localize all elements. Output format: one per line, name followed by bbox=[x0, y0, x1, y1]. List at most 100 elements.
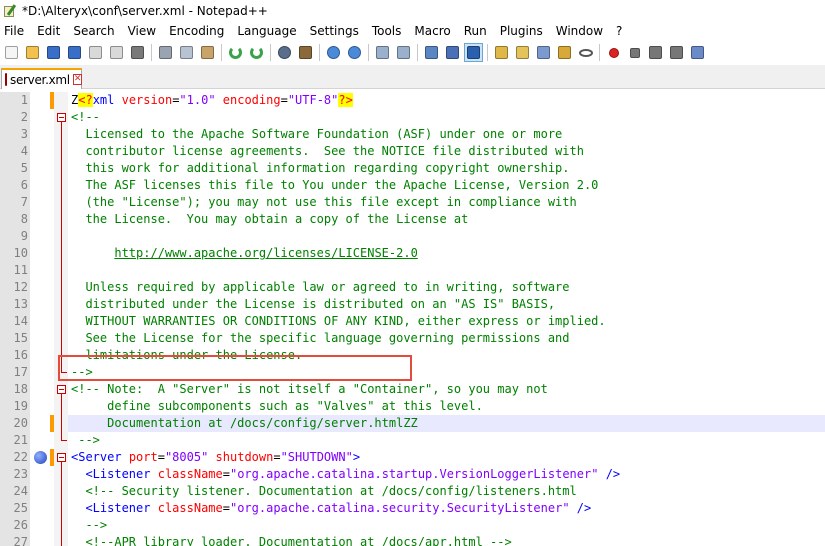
code-line[interactable]: 26 --> bbox=[0, 517, 825, 534]
code-text[interactable]: limitations under the License. bbox=[71, 347, 302, 364]
code-line[interactable]: 6 The ASF licenses this file to You unde… bbox=[0, 177, 825, 194]
bookmark-margin[interactable] bbox=[30, 313, 50, 330]
copy-icon[interactable] bbox=[177, 43, 196, 62]
fold-margin[interactable] bbox=[54, 160, 68, 177]
bookmark-margin[interactable] bbox=[30, 279, 50, 296]
print-icon[interactable] bbox=[128, 43, 147, 62]
record-macro-icon[interactable] bbox=[604, 43, 623, 62]
bookmark-margin[interactable] bbox=[30, 126, 50, 143]
fold-margin[interactable] bbox=[54, 177, 68, 194]
code-line[interactable]: 9 bbox=[0, 228, 825, 245]
bookmark-margin[interactable] bbox=[30, 483, 50, 500]
save-macro-icon[interactable] bbox=[688, 43, 707, 62]
menu-run[interactable]: Run bbox=[458, 24, 494, 38]
fold-margin[interactable] bbox=[54, 398, 68, 415]
sync-horizontal-icon[interactable] bbox=[394, 43, 413, 62]
fold-margin[interactable] bbox=[54, 245, 68, 262]
indent-guide-icon[interactable] bbox=[464, 43, 483, 62]
code-line[interactable]: 15 See the License for the specific lang… bbox=[0, 330, 825, 347]
code-line[interactable]: 19 define subcomponents such as "Valves"… bbox=[0, 398, 825, 415]
play-macro-icon[interactable] bbox=[646, 43, 665, 62]
code-text[interactable]: contributor license agreements. See the … bbox=[71, 143, 584, 160]
folder-workspace-icon[interactable] bbox=[555, 43, 574, 62]
code-text[interactable]: --> bbox=[71, 432, 100, 449]
bookmark-margin[interactable] bbox=[30, 262, 50, 279]
fold-margin[interactable] bbox=[54, 126, 68, 143]
fold-margin[interactable] bbox=[54, 330, 68, 347]
code-line[interactable]: 23 <Listener className="org.apache.catal… bbox=[0, 466, 825, 483]
code-text[interactable]: Licensed to the Apache Software Foundati… bbox=[71, 126, 562, 143]
fold-margin[interactable] bbox=[54, 92, 68, 109]
new-file-icon[interactable] bbox=[2, 43, 21, 62]
fold-margin[interactable] bbox=[54, 364, 68, 381]
bookmark-margin[interactable] bbox=[30, 415, 50, 432]
open-file-icon[interactable] bbox=[23, 43, 42, 62]
bookmark-margin[interactable] bbox=[30, 398, 50, 415]
code-text[interactable]: --> bbox=[71, 517, 107, 534]
code-line[interactable]: 14 WITHOUT WARRANTIES OR CONDITIONS OF A… bbox=[0, 313, 825, 330]
save-icon[interactable] bbox=[44, 43, 63, 62]
fold-margin[interactable] bbox=[54, 313, 68, 330]
fold-margin[interactable] bbox=[54, 466, 68, 483]
fold-margin[interactable] bbox=[54, 347, 68, 364]
code-line[interactable]: 24 <!-- Security listener. Documentation… bbox=[0, 483, 825, 500]
code-text[interactable]: distributed under the License is distrib… bbox=[71, 296, 555, 313]
fold-margin[interactable] bbox=[54, 517, 68, 534]
fold-margin[interactable] bbox=[54, 296, 68, 313]
menu-file[interactable]: File bbox=[0, 24, 31, 38]
bookmark-margin[interactable] bbox=[30, 194, 50, 211]
fold-margin[interactable] bbox=[54, 381, 68, 398]
bookmark-margin[interactable] bbox=[30, 160, 50, 177]
close-tab-icon[interactable]: ✕ bbox=[72, 74, 83, 85]
undo-icon[interactable] bbox=[226, 43, 245, 62]
code-text[interactable]: <!-- bbox=[71, 109, 100, 126]
bookmark-icon[interactable] bbox=[34, 451, 47, 464]
menu-help[interactable]: ? bbox=[610, 24, 629, 38]
code-text[interactable]: See the License for the specific languag… bbox=[71, 330, 569, 347]
bookmark-margin[interactable] bbox=[30, 347, 50, 364]
code-line[interactable]: 7 (the "License"); you may not use this … bbox=[0, 194, 825, 211]
code-text[interactable]: The ASF licenses this file to You under … bbox=[71, 177, 598, 194]
document-map-icon[interactable] bbox=[513, 43, 532, 62]
replace-icon[interactable] bbox=[296, 43, 315, 62]
save-all-icon[interactable] bbox=[65, 43, 84, 62]
code-line[interactable]: 16 limitations under the License. bbox=[0, 347, 825, 364]
fold-margin[interactable] bbox=[54, 279, 68, 296]
run-macro-multiple-icon[interactable] bbox=[667, 43, 686, 62]
bookmark-margin[interactable] bbox=[30, 228, 50, 245]
code-text[interactable]: (the "License"); you may not use this fi… bbox=[71, 194, 576, 211]
zoom-out-icon[interactable] bbox=[345, 43, 364, 62]
bookmark-margin[interactable] bbox=[30, 109, 50, 126]
close-all-icon[interactable] bbox=[107, 43, 126, 62]
code-text[interactable]: <Listener className="org.apache.catalina… bbox=[71, 500, 591, 517]
bookmark-margin[interactable] bbox=[30, 177, 50, 194]
bookmark-margin[interactable] bbox=[30, 500, 50, 517]
menu-plugins[interactable]: Plugins bbox=[494, 24, 550, 38]
bookmark-margin[interactable] bbox=[30, 143, 50, 160]
fold-margin[interactable] bbox=[54, 432, 68, 449]
bookmark-margin[interactable] bbox=[30, 517, 50, 534]
code-line[interactable]: 20 Documentation at /docs/config/server.… bbox=[0, 415, 825, 432]
zoom-in-icon[interactable] bbox=[324, 43, 343, 62]
word-wrap-icon[interactable] bbox=[422, 43, 441, 62]
code-line[interactable]: 10 http://www.apache.org/licenses/LICENS… bbox=[0, 245, 825, 262]
sync-vertical-icon[interactable] bbox=[373, 43, 392, 62]
monitoring-icon[interactable] bbox=[576, 43, 595, 62]
code-text[interactable]: the License. You may obtain a copy of th… bbox=[71, 211, 468, 228]
menu-language[interactable]: Language bbox=[231, 24, 303, 38]
menu-encoding[interactable]: Encoding bbox=[163, 24, 231, 38]
menu-macro[interactable]: Macro bbox=[408, 24, 457, 38]
show-all-chars-icon[interactable] bbox=[443, 43, 462, 62]
code-line[interactable]: 25 <Listener className="org.apache.catal… bbox=[0, 500, 825, 517]
fold-margin[interactable] bbox=[54, 500, 68, 517]
code-text[interactable]: Documentation at /docs/config/server.htm… bbox=[71, 415, 418, 432]
paste-icon[interactable] bbox=[198, 43, 217, 62]
user-language-icon[interactable] bbox=[492, 43, 511, 62]
code-line[interactable]: 11 bbox=[0, 262, 825, 279]
code-text[interactable]: --> bbox=[71, 364, 93, 381]
code-line[interactable]: 17 --> bbox=[0, 364, 825, 381]
code-text[interactable]: <Server port="8005" shutdown="SHUTDOWN"> bbox=[71, 449, 360, 466]
fold-margin[interactable] bbox=[54, 228, 68, 245]
menu-view[interactable]: View bbox=[122, 24, 163, 38]
code-line[interactable]: 8 the License. You may obtain a copy of … bbox=[0, 211, 825, 228]
